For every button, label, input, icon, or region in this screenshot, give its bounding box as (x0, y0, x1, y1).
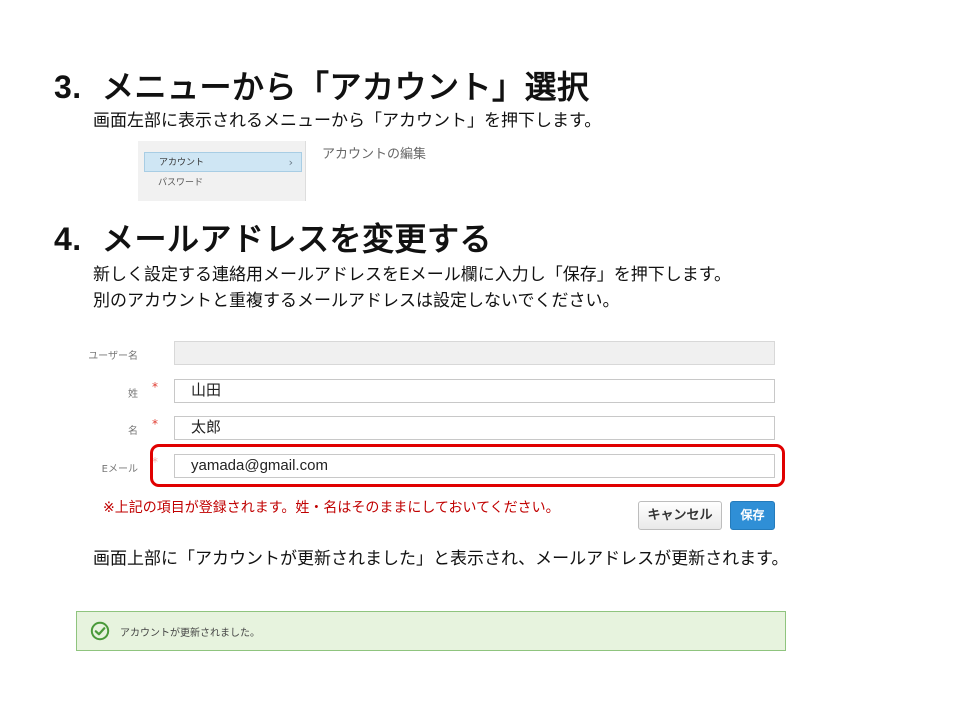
last-name-required-mark: * (152, 380, 158, 394)
step4-heading: 4. メールアドレスを変更する (54, 214, 492, 260)
step4-title: メールアドレスを変更する (102, 220, 493, 258)
step3-description: 画面左部に表示されるメニューから「アカウント」を押下します。 (93, 111, 602, 131)
form-note: ※上記の項目が登録されます。姓・名はそのままにしておいてください。 (103, 500, 560, 516)
username-field (174, 341, 775, 365)
last-name-field[interactable]: 山田 (174, 379, 775, 403)
success-message: アカウントが更新されました。 (120, 628, 260, 639)
result-description: 画面上部に「アカウントが更新されました」と表示され、メールアドレスが更新されます… (93, 549, 789, 569)
sidebar-item-account-label: アカウント (159, 158, 205, 168)
save-button[interactable]: 保存 (730, 501, 775, 530)
step4-description-line1: 新しく設定する連絡用メールアドレスをEメール欄に入力し「保存」を押下します。 (93, 265, 732, 285)
step4-description-line2: 別のアカウントと重複するメールアドレスは設定しないでください。 (93, 291, 620, 311)
cancel-button[interactable]: キャンセル (638, 501, 722, 530)
last-name-label: 姓 (128, 389, 138, 400)
sidebar-item-password[interactable]: パスワード (144, 173, 302, 193)
step3-number: 3. (54, 69, 82, 105)
step3-title: メニューから「アカウント」選択 (102, 68, 590, 106)
chevron-right-icon: › (288, 156, 293, 169)
success-banner: アカウントが更新されました。 (76, 611, 786, 651)
step4-number: 4. (54, 221, 82, 257)
first-name-required-mark: * (152, 417, 158, 431)
edit-account-title: アカウントの編集 (322, 147, 427, 162)
sidebar-item-account[interactable]: アカウント › (144, 152, 302, 172)
sidebar-item-password-label: パスワード (158, 178, 204, 188)
check-circle-icon (90, 621, 110, 641)
first-name-label: 名 (128, 426, 138, 437)
first-name-field[interactable]: 太郎 (174, 416, 775, 440)
email-highlight-box (150, 444, 785, 487)
step3-heading: 3. メニューから「アカウント」選択 (54, 62, 590, 108)
username-label: ユーザー名 (88, 351, 138, 362)
email-label: Eメール (101, 464, 138, 475)
